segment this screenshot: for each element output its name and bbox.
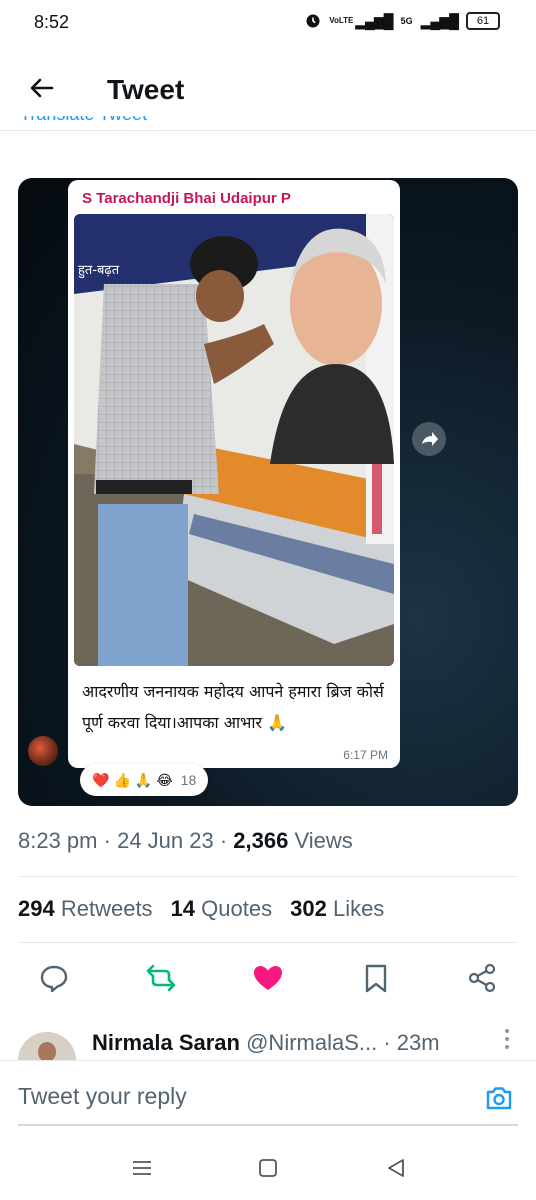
group-avatar <box>28 736 58 766</box>
bookmark-icon <box>365 964 387 993</box>
reply-input[interactable] <box>18 1083 418 1110</box>
reply-bar <box>0 1060 536 1124</box>
next-tweet-header: Nirmala Saran @NirmalaS... · 23m <box>92 1030 440 1056</box>
tweet-actions <box>0 956 536 1000</box>
battery-icon: 61 <box>466 12 500 30</box>
reaction-folded-hands: 🙏 <box>134 771 153 788</box>
next-tweet[interactable]: Nirmala Saran @NirmalaS... · 23m <box>0 1014 536 1072</box>
chat-time: 6:17 PM <box>343 748 388 762</box>
bookmark-button[interactable] <box>360 962 392 994</box>
share-icon <box>468 963 496 993</box>
views-label: Views <box>294 828 353 853</box>
photo-illustration: हुत-बढ़त <box>74 214 394 666</box>
likes-label: Likes <box>332 896 385 921</box>
forward-button <box>412 422 446 456</box>
retweets-count: 294 <box>18 896 55 921</box>
chat-reactions: ❤️ 👍 🙏 😂 18 <box>80 764 209 796</box>
next-author-handle: @NirmalaS... <box>246 1030 378 1055</box>
retweets-stat[interactable]: 294 Retweets <box>18 896 153 922</box>
quotes-count: 14 <box>170 896 196 921</box>
translate-link-label: Translate Tweet <box>20 116 147 124</box>
like-button[interactable] <box>252 962 284 994</box>
tweet-time: 8:23 pm <box>18 828 98 853</box>
reply-divider <box>18 1124 518 1126</box>
likes-stat[interactable]: 302 Likes <box>290 896 384 922</box>
reply-button[interactable] <box>38 962 70 994</box>
recents-button[interactable] <box>130 1156 154 1180</box>
chat-bubble: S Tarachandji Bhai Udaipur P हुत-बढ़त आद… <box>68 180 400 768</box>
volte-icon: VoLTE <box>329 16 354 25</box>
signal-icon: ▂▄▆█ <box>355 12 393 29</box>
alarm-icon <box>306 14 320 28</box>
status-icons: VoLTE ▂▄▆█ 5G ▂▄▆█ 61 <box>305 12 500 30</box>
signal-icon-2: ▂▄▆█ <box>420 12 459 29</box>
more-options-button[interactable] <box>504 1028 510 1055</box>
tweet-meta: 8:23 pm · 24 Jun 23 · 2,366 Views <box>18 828 353 854</box>
camera-icon <box>486 1087 512 1110</box>
menu-icon <box>133 1161 151 1175</box>
square-icon <box>259 1159 277 1177</box>
page-title: Tweet <box>107 74 185 105</box>
divider-stats <box>18 942 518 943</box>
meta-separator-2: · <box>219 828 234 853</box>
reaction-heart: ❤️ <box>92 771 110 788</box>
tweet-stats: 294 Retweets 14 Quotes 302 Likes <box>18 896 384 922</box>
tweet-date: 24 Jun 23 <box>117 828 214 853</box>
divider-meta <box>18 876 518 877</box>
system-nav-bar <box>0 1136 536 1200</box>
back-nav-button[interactable] <box>384 1156 408 1180</box>
retweet-button[interactable] <box>145 962 177 994</box>
quotes-stat[interactable]: 14 Quotes <box>171 896 273 922</box>
chat-photo: हुत-बढ़त <box>74 214 394 666</box>
back-button[interactable] <box>26 72 58 104</box>
meta-separator: · <box>103 828 118 853</box>
forward-icon <box>422 432 438 446</box>
next-tweet-time: · 23m <box>383 1030 440 1055</box>
views-count: 2,366 <box>233 828 289 853</box>
photo-banner-text: हुत-बढ़त <box>78 263 120 279</box>
translate-link[interactable]: Translate Tweet <box>20 116 147 130</box>
camera-button[interactable] <box>484 1083 514 1113</box>
network-label: 5G <box>400 16 413 26</box>
top-header: Tweet <box>0 58 536 124</box>
retweets-label: Retweets <box>60 896 153 921</box>
triangle-back-icon <box>388 1159 404 1177</box>
chat-sender-name: S Tarachandji Bhai Udaipur P <box>82 190 291 207</box>
quotes-label: Quotes <box>201 896 273 921</box>
likes-count: 302 <box>290 896 327 921</box>
chat-message: आदरणीय जननायक महोदय आपने हमारा ब्रिज कोर… <box>82 682 384 732</box>
home-button[interactable] <box>256 1156 280 1180</box>
heart-filled-icon <box>254 966 282 990</box>
next-author-name: Nirmala Saran <box>92 1030 240 1055</box>
reaction-laughing: 😂 <box>156 771 173 788</box>
status-bar: 8:52 VoLTE ▂▄▆█ 5G ▂▄▆█ 61 <box>0 0 536 48</box>
reply-icon <box>40 965 68 993</box>
retweet-icon <box>146 964 176 992</box>
arrow-left-icon <box>30 78 54 98</box>
reaction-thumbs-up: 👍 <box>113 771 131 788</box>
reaction-count: 18 <box>180 772 197 788</box>
share-button[interactable] <box>466 962 498 994</box>
tweet-media[interactable]: S Tarachandji Bhai Udaipur P हुत-बढ़त आद… <box>18 178 518 806</box>
more-vertical-icon <box>505 1029 509 1049</box>
status-time: 8:52 <box>34 12 70 32</box>
header-divider <box>0 130 536 131</box>
